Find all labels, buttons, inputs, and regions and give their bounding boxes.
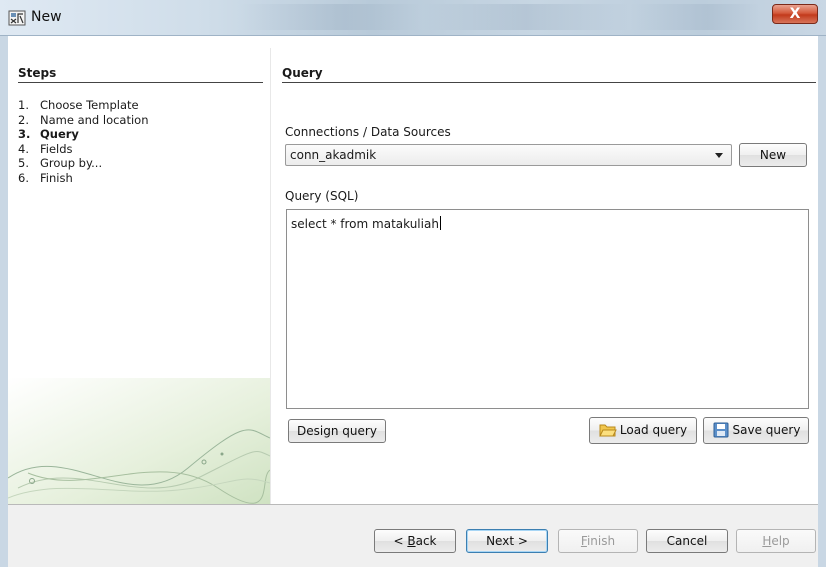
panel-divider [270, 48, 271, 504]
save-query-label: Save query [732, 423, 801, 437]
folder-open-icon [599, 424, 617, 437]
step-item: 4. Fields [18, 141, 73, 156]
sql-query-editor[interactable]: select * from matakuliah [286, 209, 809, 409]
close-button[interactable]: X [772, 4, 818, 24]
title-bar-glow [240, 4, 760, 30]
load-query-button[interactable]: Load query [589, 417, 697, 444]
next-button[interactable]: Next > [466, 529, 548, 553]
save-disk-icon [713, 422, 729, 438]
steps-heading: Steps [18, 66, 263, 83]
window-title: New [31, 9, 62, 25]
decorative-swoosh-graphic [8, 378, 270, 504]
title-bar[interactable]: New X [0, 0, 826, 36]
report-wizard-icon [8, 10, 26, 26]
query-heading: Query [282, 66, 816, 83]
steps-list: 1. Choose Template 2. Name and location 3.… [18, 98, 149, 185]
design-query-button[interactable]: Design query [288, 419, 386, 443]
finish-button[interactable]: Finish [558, 529, 638, 553]
new-connection-button[interactable]: New [739, 143, 807, 167]
step-item-active: 3. Query [18, 127, 79, 141]
step-item: 1. Choose Template [18, 98, 139, 112]
window-frame-right [818, 36, 826, 567]
back-button[interactable]: < Back [374, 529, 456, 553]
close-icon: X [789, 6, 801, 22]
step-item: 2. Name and location [18, 112, 149, 127]
cancel-button[interactable]: Cancel [646, 529, 728, 553]
connections-label: Connections / Data Sources [285, 125, 451, 139]
help-button[interactable]: Help [736, 529, 816, 553]
window-frame-left [0, 36, 8, 567]
chevron-down-icon[interactable] [715, 153, 723, 158]
step-item: 5. Group by... [18, 156, 103, 170]
connection-value: conn_akadmik [290, 148, 377, 162]
step-item: 6. Finish [18, 170, 73, 185]
connection-dropdown[interactable]: conn_akadmik [285, 144, 732, 166]
save-query-button[interactable]: Save query [703, 417, 809, 444]
sql-query-text: select * from matakuliah [291, 216, 441, 231]
text-caret [439, 216, 441, 230]
sql-label: Query (SQL) [285, 189, 359, 203]
load-query-label: Load query [619, 423, 688, 437]
steps-panel: Steps 1. Choose Template 2. Name and locat… [8, 48, 270, 504]
